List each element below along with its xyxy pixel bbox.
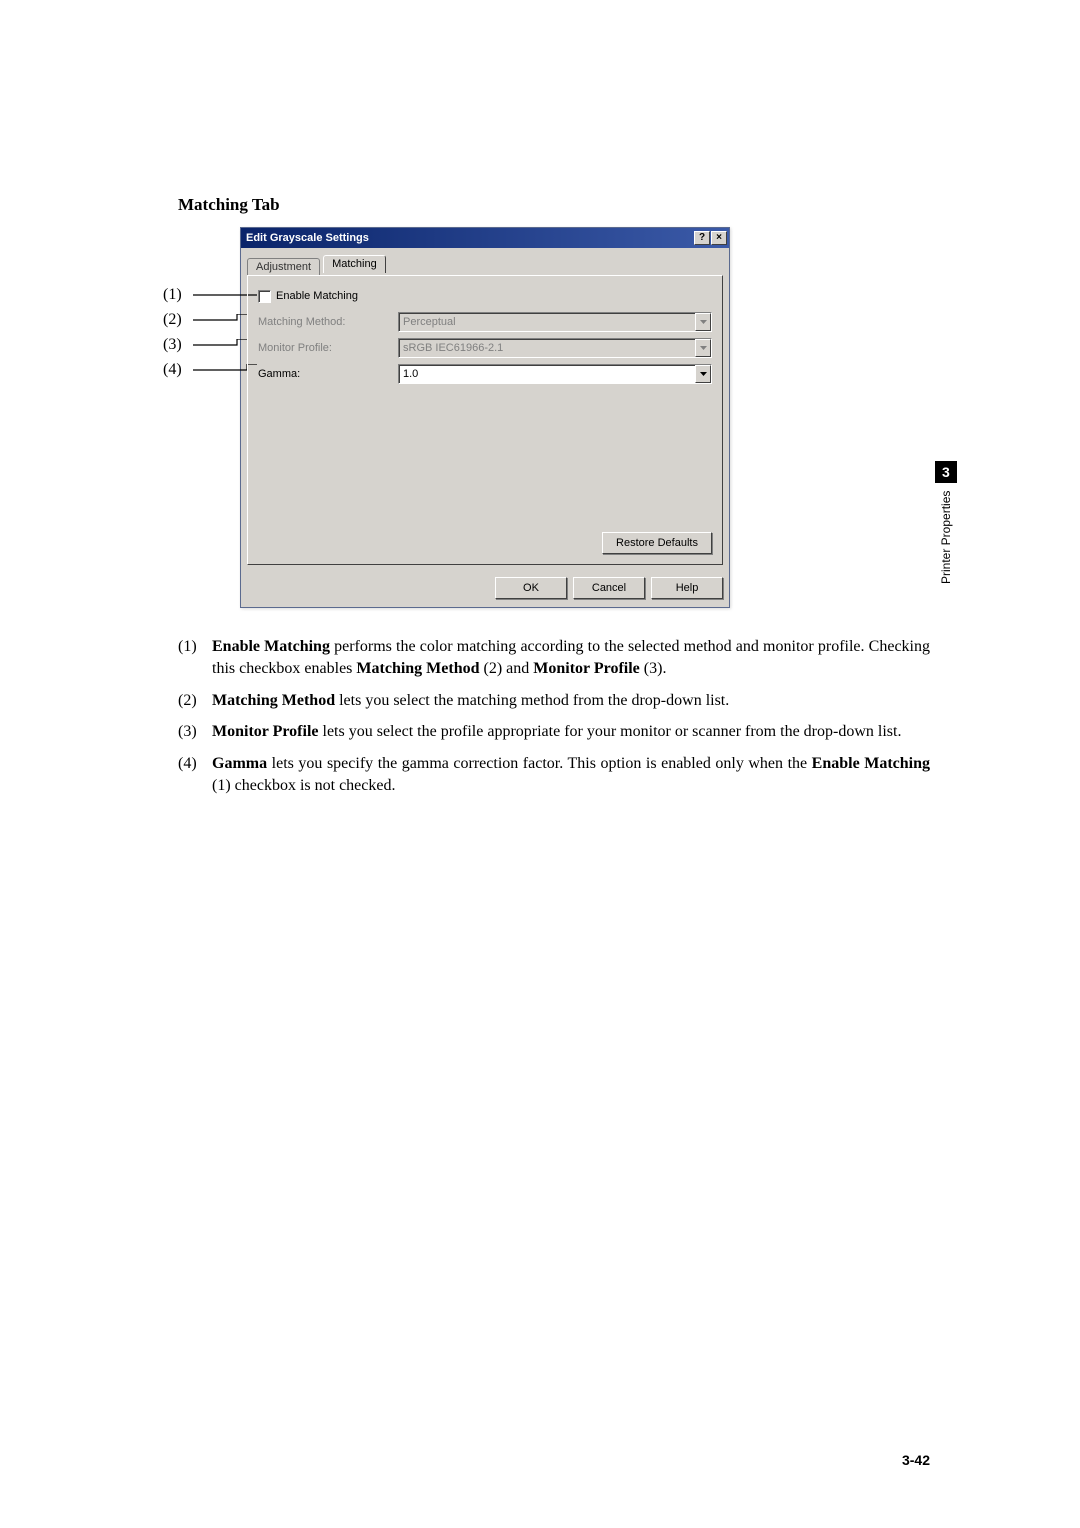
list-item: (4) Gamma lets you specify the gamma cor… xyxy=(178,753,930,798)
enable-matching-label: Enable Matching xyxy=(276,290,358,302)
bold-term: Monitor Profile xyxy=(533,660,640,677)
help-button[interactable]: Help xyxy=(651,577,723,599)
document-page: Matching Tab (1) (2) (3) (4) Edit Graysc… xyxy=(0,0,1080,1528)
titlebar: Edit Grayscale Settings ? × xyxy=(241,228,729,248)
dialog-button-row: OK Cancel Help xyxy=(241,571,729,607)
callout-3: (3) xyxy=(163,336,193,354)
list-item: (1) Enable Matching performs the color m… xyxy=(178,636,930,681)
bold-term: Enable Matching xyxy=(812,755,930,772)
list-num: (1) xyxy=(178,636,212,681)
list-num: (2) xyxy=(178,690,212,712)
list-num: (4) xyxy=(178,753,212,798)
callout-2: (2) xyxy=(163,311,193,329)
side-tab-text: Printer Properties xyxy=(939,491,953,584)
bold-term: Monitor Profile xyxy=(212,723,319,740)
bold-term: Matching Method xyxy=(212,692,335,709)
callout-1: (1) xyxy=(163,286,193,304)
list-item: (3) Monitor Profile lets you select the … xyxy=(178,721,930,743)
titlebar-help-button[interactable]: ? xyxy=(694,231,710,245)
description-list: (1) Enable Matching performs the color m… xyxy=(178,636,930,797)
titlebar-close-button[interactable]: × xyxy=(711,231,727,245)
enable-matching-checkbox[interactable]: Enable Matching xyxy=(258,290,358,303)
matching-panel: Enable Matching Matching Method: Percept… xyxy=(247,275,723,565)
bold-term: Gamma xyxy=(212,755,267,772)
gamma-label: Gamma: xyxy=(258,368,398,380)
list-num: (3) xyxy=(178,721,212,743)
dialog-figure: (1) (2) (3) (4) Edit Grayscale Settings … xyxy=(178,227,738,608)
checkbox-icon xyxy=(258,290,271,303)
grayscale-settings-dialog: Edit Grayscale Settings ? × Adjustment M… xyxy=(240,227,730,608)
monitor-profile-select[interactable]: sRGB IEC61966-2.1 xyxy=(398,338,712,358)
chevron-down-icon xyxy=(695,313,711,331)
dialog-title: Edit Grayscale Settings xyxy=(246,228,369,248)
tab-adjustment[interactable]: Adjustment xyxy=(247,258,320,275)
matching-method-select[interactable]: Perceptual xyxy=(398,312,712,332)
bold-term: Matching Method xyxy=(356,660,479,677)
restore-defaults-button[interactable]: Restore Defaults xyxy=(602,532,712,554)
matching-method-value: Perceptual xyxy=(403,316,456,328)
cancel-button[interactable]: Cancel xyxy=(573,577,645,599)
list-item: (2) Matching Method lets you select the … xyxy=(178,690,930,712)
monitor-profile-value: sRGB IEC61966-2.1 xyxy=(403,342,503,354)
tab-strip: Adjustment Matching xyxy=(247,254,723,275)
side-tab: Printer Properties 3 xyxy=(935,461,957,584)
callout-4: (4) xyxy=(163,361,193,379)
chevron-down-icon xyxy=(695,365,711,383)
gamma-value: 1.0 xyxy=(403,368,418,380)
chapter-number-box: 3 xyxy=(935,461,957,483)
bold-term: Enable Matching xyxy=(212,638,330,655)
tab-matching[interactable]: Matching xyxy=(323,255,386,273)
monitor-profile-label: Monitor Profile: xyxy=(258,342,398,354)
chevron-down-icon xyxy=(695,339,711,357)
ok-button[interactable]: OK xyxy=(495,577,567,599)
page-number: 3-42 xyxy=(902,1452,930,1468)
gamma-select[interactable]: 1.0 xyxy=(398,364,712,384)
matching-method-label: Matching Method: xyxy=(258,316,398,328)
section-heading: Matching Tab xyxy=(178,195,930,215)
callout-labels: (1) (2) (3) (4) xyxy=(163,283,257,383)
